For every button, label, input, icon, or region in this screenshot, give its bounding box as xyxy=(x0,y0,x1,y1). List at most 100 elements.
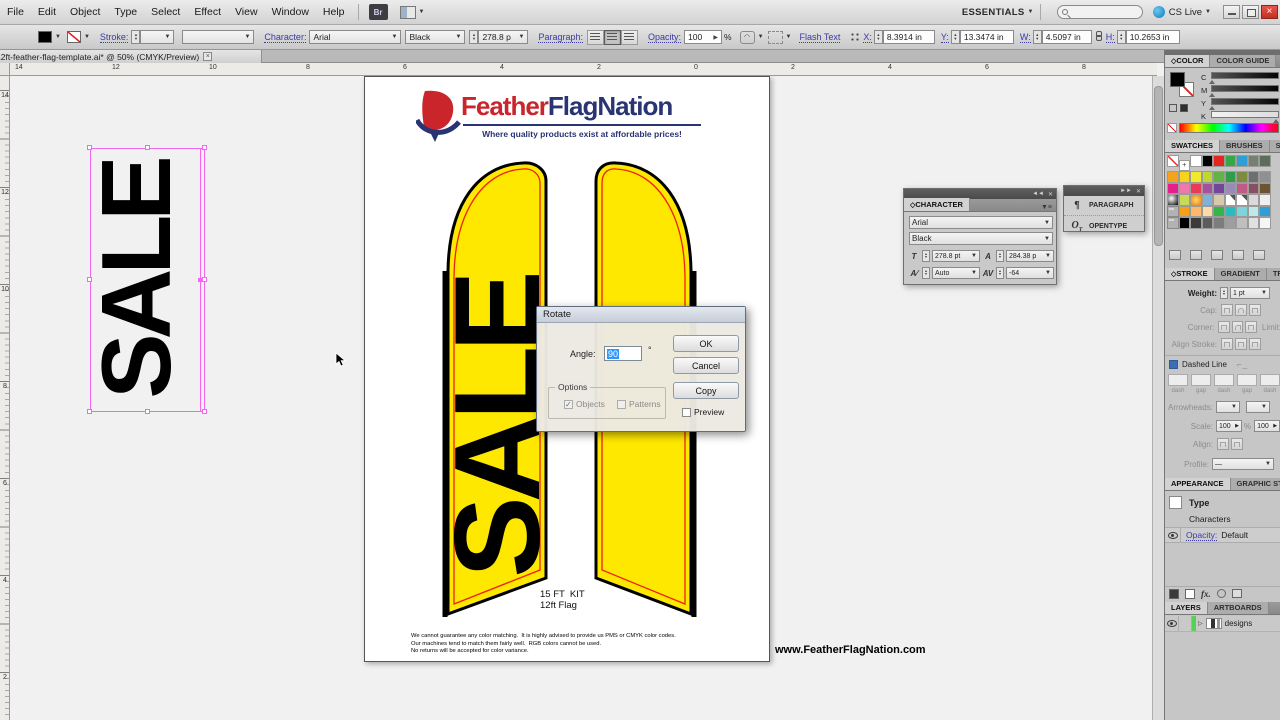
stroke-weight-label[interactable]: Stroke: xyxy=(100,32,129,43)
swatch[interactable] xyxy=(1259,206,1271,218)
ok-button[interactable]: OK xyxy=(673,335,739,352)
align-inside-stroke-button[interactable] xyxy=(1235,338,1247,350)
new-stroke-icon[interactable] xyxy=(1169,589,1179,599)
tab-transparency[interactable]: TRANSPARENCY xyxy=(1267,268,1280,280)
visibility-cell[interactable] xyxy=(1165,528,1181,542)
swatch[interactable] xyxy=(1202,194,1214,206)
font-style-select[interactable]: Black▼ xyxy=(405,30,465,44)
appearance-item-type[interactable]: Type xyxy=(1189,498,1209,508)
new-fill-icon[interactable] xyxy=(1185,589,1195,599)
scale-start-input[interactable]: 100▶ xyxy=(1216,420,1242,432)
weight-select[interactable]: 1 pt▼ xyxy=(1230,287,1270,299)
swatch[interactable] xyxy=(1225,171,1237,183)
y-input[interactable]: 13.3474 in xyxy=(960,30,1014,44)
profile-select[interactable]: —▼ xyxy=(1212,458,1274,470)
swatch[interactable] xyxy=(1202,217,1214,229)
h-input[interactable]: 10.2653 in xyxy=(1126,30,1180,44)
selection-handle[interactable] xyxy=(202,277,207,282)
paragraph-panel-button[interactable]: ¶ PARAGRAPH xyxy=(1064,196,1144,216)
h-label[interactable]: H: xyxy=(1106,32,1115,43)
swatch-kinds-icon[interactable] xyxy=(1190,250,1202,260)
stroke-weight-stepper[interactable]: ▲▼ xyxy=(131,30,140,44)
char-size-select[interactable]: 278.8 pt▼ xyxy=(932,250,980,262)
align-left-button[interactable] xyxy=(587,30,604,45)
swatch[interactable] xyxy=(1213,206,1225,218)
swatch[interactable] xyxy=(1225,155,1237,167)
layer-row[interactable]: ▷designs xyxy=(1165,616,1280,632)
opacity-label[interactable]: Opacity: xyxy=(648,32,681,43)
align-center-stroke-button[interactable] xyxy=(1221,338,1233,350)
recolor-artwork-icon[interactable] xyxy=(768,31,783,44)
flash-text-button[interactable]: Flash Text xyxy=(799,32,840,43)
char-tracking-select[interactable]: -64▼ xyxy=(1006,267,1054,279)
swatch[interactable] xyxy=(1236,171,1248,183)
swatch[interactable] xyxy=(1259,194,1271,206)
swatch[interactable] xyxy=(1167,171,1179,183)
stroke-color-swatch[interactable] xyxy=(67,31,81,43)
selection-handle[interactable] xyxy=(145,409,150,414)
swatch[interactable] xyxy=(1248,217,1260,229)
swatch[interactable] xyxy=(1179,206,1191,218)
swatch[interactable] xyxy=(1167,183,1179,195)
swatch[interactable] xyxy=(1190,171,1202,183)
swatch[interactable] xyxy=(1179,217,1191,229)
swatch[interactable] xyxy=(1225,183,1237,195)
color-spectrum-bar[interactable] xyxy=(1179,123,1279,133)
menu-select[interactable]: Select xyxy=(144,0,187,25)
char-kerning-stepper[interactable]: ▲▼ xyxy=(922,267,930,279)
swatch[interactable] xyxy=(1213,171,1225,183)
menu-object[interactable]: Object xyxy=(63,0,107,25)
patterns-checkbox[interactable] xyxy=(617,400,626,409)
tab-stroke[interactable]: STROKE xyxy=(1165,268,1215,280)
char-kerning-select[interactable]: Auto▼ xyxy=(932,267,980,279)
cap-projecting-button[interactable] xyxy=(1249,304,1261,316)
y-label[interactable]: Y: xyxy=(941,32,949,43)
tab-artboards[interactable]: ARTBOARDS xyxy=(1208,602,1269,614)
search-input[interactable] xyxy=(1057,5,1143,19)
x-input[interactable]: 8.3914 in xyxy=(883,30,935,44)
y-stepper[interactable]: ▲▼ xyxy=(951,30,960,44)
swatch[interactable] xyxy=(1225,194,1237,206)
tab-gradient[interactable]: GRADIENT xyxy=(1215,268,1267,280)
menu-effect[interactable]: Effect xyxy=(187,0,228,25)
objects-checkbox[interactable] xyxy=(564,400,573,409)
menu-help[interactable]: Help xyxy=(316,0,352,25)
swatch[interactable] xyxy=(1248,206,1260,218)
swatch[interactable] xyxy=(1236,194,1248,206)
swatch[interactable] xyxy=(1179,171,1191,183)
corner-bevel-button[interactable] xyxy=(1245,321,1257,333)
arrowhead-start-select[interactable]: ▼ xyxy=(1216,401,1240,413)
corner-round-button[interactable] xyxy=(1232,321,1244,333)
paragraph-panel-titlebar[interactable]: ►►✕ xyxy=(1064,186,1144,196)
channel-slider[interactable] xyxy=(1211,98,1279,105)
collapse-icon[interactable]: ◄◄ xyxy=(1032,191,1044,197)
w-label[interactable]: W: xyxy=(1020,32,1031,43)
swatch[interactable] xyxy=(1225,217,1237,229)
swatch[interactable] xyxy=(1236,217,1248,229)
appearance-opacity-link[interactable]: Opacity: xyxy=(1186,530,1217,541)
swatch[interactable] xyxy=(1248,171,1260,183)
swatch[interactable] xyxy=(1190,217,1202,229)
opacity-input[interactable]: 100▶ xyxy=(684,30,722,44)
copy-button[interactable]: Copy xyxy=(673,382,739,399)
x-stepper[interactable]: ▲▼ xyxy=(874,30,883,44)
restore-button[interactable] xyxy=(1242,5,1259,19)
swatch[interactable] xyxy=(1179,194,1191,206)
stroke-profile-select[interactable]: ▼ xyxy=(182,30,254,44)
arrange-documents-button[interactable]: ▼ xyxy=(392,6,425,19)
swatch[interactable] xyxy=(1202,171,1214,183)
swatch-options-icon[interactable] xyxy=(1211,250,1223,260)
constrain-proportions-icon[interactable] xyxy=(1095,31,1103,43)
close-icon[interactable]: ✕ xyxy=(1136,188,1141,195)
clear-appearance-icon[interactable] xyxy=(1217,589,1226,598)
layer-row-body[interactable]: ▷designs xyxy=(1196,616,1280,631)
h-stepper[interactable]: ▲▼ xyxy=(1117,30,1126,44)
swatch[interactable] xyxy=(1202,155,1214,167)
font-size-select[interactable]: 278.8 p▼ xyxy=(478,30,528,44)
swatch[interactable] xyxy=(1202,183,1214,195)
menu-edit[interactable]: Edit xyxy=(31,0,63,25)
tab-character[interactable]: CHARACTER xyxy=(904,198,970,211)
workspace-switcher[interactable]: ESSENTIALS ▼ xyxy=(962,7,1034,18)
angle-input[interactable]: 90 xyxy=(604,346,642,361)
dialog-titlebar[interactable]: Rotate xyxy=(537,307,745,323)
